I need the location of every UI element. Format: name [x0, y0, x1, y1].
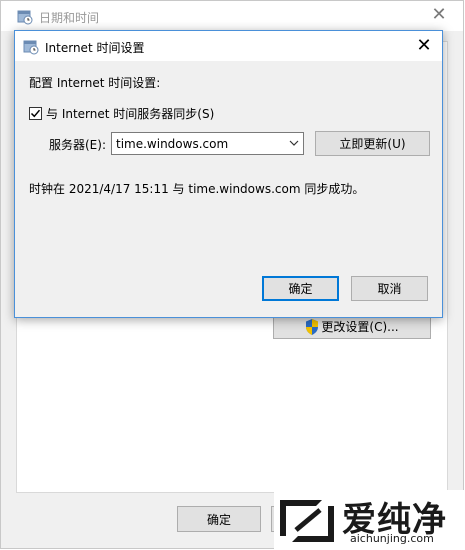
change-settings-label: 更改设置(C)...	[321, 320, 399, 334]
dialog-title: Internet 时间设置	[45, 41, 145, 55]
dialog-titlebar: Internet 时间设置 ✕	[15, 31, 442, 61]
cancel-button[interactable]: 取消	[351, 276, 428, 301]
watermark: 爱纯净 aichunjing.com	[274, 490, 464, 550]
update-now-button[interactable]: 立即更新(U)	[315, 131, 430, 156]
internet-time-settings-dialog: Internet 时间设置 ✕ 配置 Internet 时间设置: 与 Inte…	[14, 30, 443, 318]
config-label: 配置 Internet 时间设置:	[29, 76, 161, 90]
sync-checkbox[interactable]	[29, 107, 42, 120]
checkmark-icon	[30, 109, 41, 118]
server-label: 服务器(E):	[49, 138, 106, 152]
brand-logo-icon	[280, 500, 334, 542]
chevron-down-icon[interactable]	[285, 138, 303, 149]
dialog-close-icon[interactable]: ✕	[414, 36, 434, 56]
ok-button[interactable]: 确定	[262, 276, 339, 301]
server-combobox[interactable]: time.windows.com	[111, 132, 304, 155]
sync-status-text: 时钟在 2021/4/17 15:11 与 time.windows.com 同…	[29, 182, 365, 196]
uac-shield-icon	[306, 318, 319, 335]
parent-ok-button[interactable]: 确定	[177, 506, 261, 532]
watermark-url: aichunjing.com	[350, 532, 434, 545]
server-value[interactable]: time.windows.com	[112, 137, 285, 151]
date-time-icon	[17, 10, 33, 25]
internet-time-icon	[23, 40, 39, 55]
sync-checkbox-label: 与 Internet 时间服务器同步(S)	[46, 107, 215, 121]
parent-titlebar: 日期和时间 ✕	[1, 1, 463, 31]
parent-window-title: 日期和时间	[39, 11, 100, 25]
sync-checkbox-row[interactable]: 与 Internet 时间服务器同步(S)	[29, 105, 214, 122]
parent-close-icon[interactable]: ✕	[429, 5, 449, 25]
